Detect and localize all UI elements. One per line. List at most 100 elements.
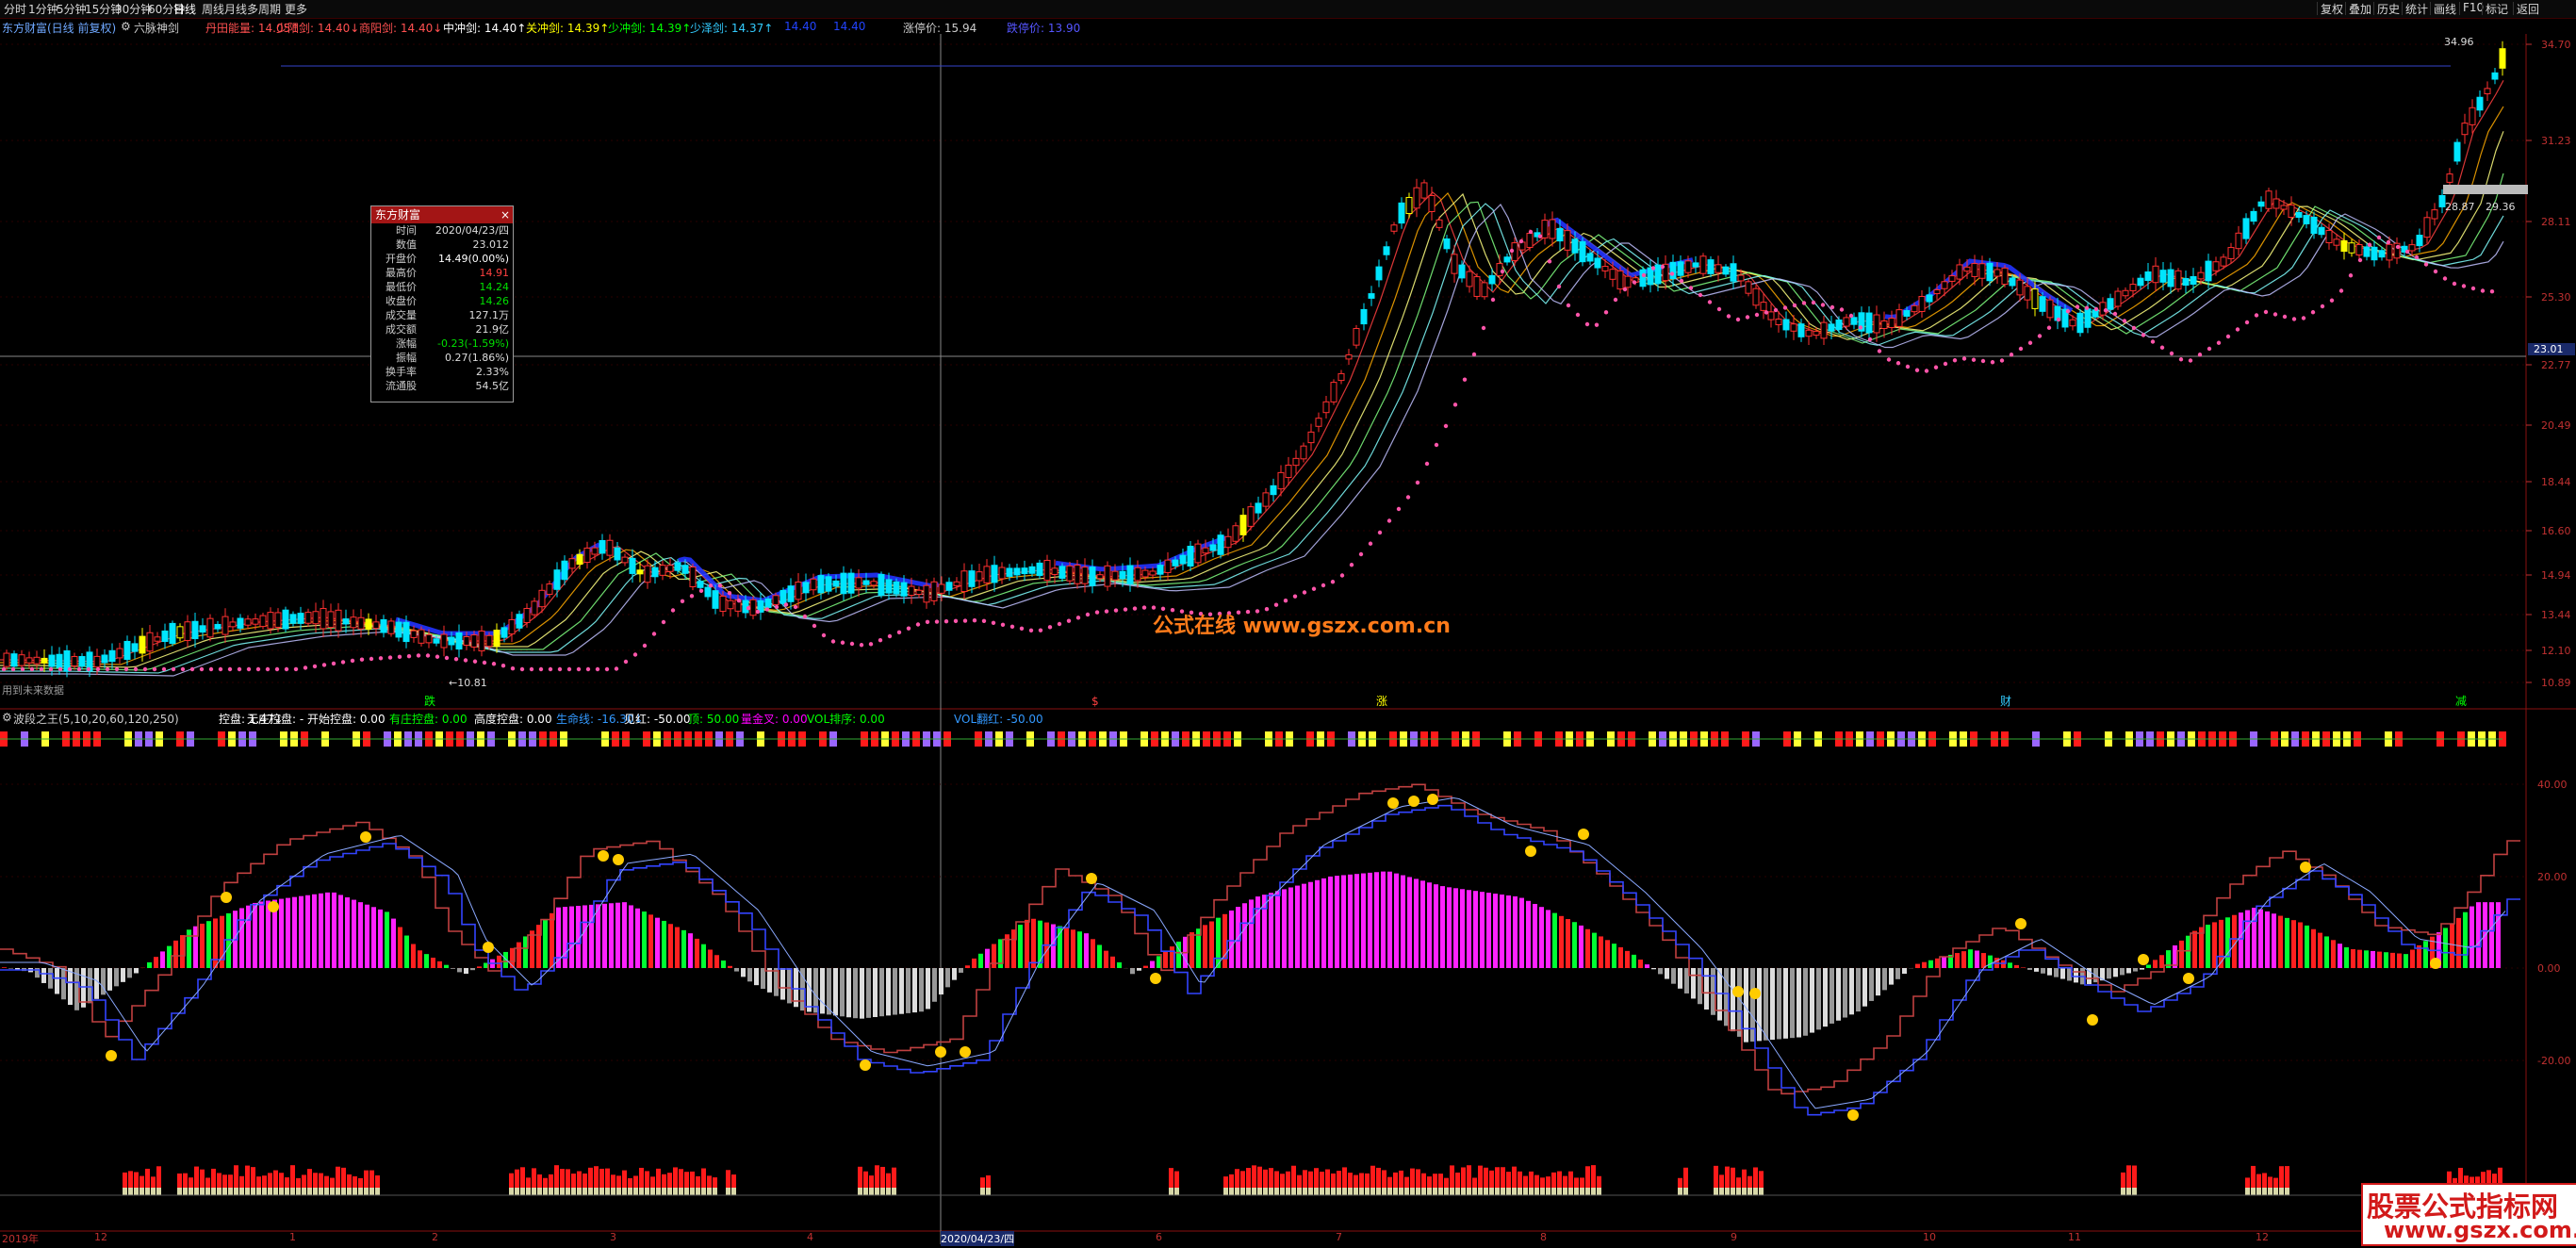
histogram-bar [642, 911, 647, 968]
toolbar-item-1[interactable]: 1分钟 [28, 1, 58, 17]
toolbar-right-6[interactable]: 标记 [2486, 1, 2508, 17]
candle-body [1723, 267, 1729, 274]
candle-body [841, 573, 846, 594]
quote-info-popup[interactable]: 东方财富 × 时间2020/04/23/四数值23.012开盘价14.49(0.… [370, 205, 514, 402]
histogram-bar [1539, 907, 1544, 968]
sar-dot [49, 667, 53, 671]
indicator-gear-icon[interactable]: ⚙ [121, 20, 131, 33]
histogram-bar [1546, 910, 1551, 968]
histogram-bar [338, 895, 343, 968]
histogram-bar [470, 968, 475, 970]
volume-base [628, 1188, 632, 1195]
histogram-bar [279, 899, 284, 968]
histogram-bar [1018, 925, 1023, 968]
toolbar-item-9[interactable]: 多周期 [247, 1, 281, 17]
histogram-bar [127, 968, 132, 977]
sar-dot [615, 666, 618, 670]
candle-body [230, 622, 236, 627]
candle-body [1029, 567, 1035, 573]
sub-indicator-name[interactable]: 波段之王(5,10,20,60,120,250) [13, 711, 179, 727]
volume-base [622, 1188, 627, 1195]
sar-dot [1284, 599, 1288, 602]
histogram-bar [2291, 920, 2296, 968]
close-icon[interactable]: × [500, 206, 510, 223]
volume-base [239, 1188, 244, 1195]
toolbar-right-4[interactable]: 画线 [2434, 1, 2456, 17]
toolbar-right-5[interactable]: F10 [2463, 1, 2484, 14]
date-tick: 7 [1336, 1231, 1342, 1243]
toolbar-item-4[interactable]: 30分钟 [115, 1, 152, 17]
volume-base [639, 1188, 644, 1195]
histogram-bar [1117, 962, 1122, 968]
candle-body [1994, 270, 2000, 276]
histogram-bar [1632, 955, 1636, 968]
histogram-bar [1269, 893, 1273, 968]
volume-base [1240, 1188, 1245, 1195]
toolbar-item-6[interactable]: 日线 [173, 1, 196, 17]
candle-body [1610, 270, 1616, 280]
volume-base [1370, 1188, 1375, 1195]
candle-body [1037, 563, 1042, 575]
candle-body [1942, 282, 1947, 288]
histogram-bar [1255, 896, 1260, 968]
toolbar-item-8[interactable]: 月线 [224, 1, 247, 17]
candle-body [2070, 320, 2076, 325]
volume-base [1501, 1188, 1505, 1195]
histogram-bar [1770, 968, 1775, 1040]
volume-base [1263, 1188, 1268, 1195]
sar-dot [2434, 270, 2437, 273]
volume-base [1534, 1188, 1539, 1195]
volume-base [1683, 1188, 1688, 1195]
volume-base [701, 1188, 706, 1195]
volume-base [1731, 1188, 1735, 1195]
sar-dot [1321, 583, 1325, 587]
sar-dot [106, 667, 109, 671]
toolbar-item-2[interactable]: 5分钟 [57, 1, 87, 17]
sub-indicator-gear-icon[interactable]: ⚙ [2, 711, 12, 724]
info-rows: 时间2020/04/23/四数值23.012开盘价14.49(0.00%)最高价… [371, 223, 513, 393]
candle-body [336, 610, 341, 631]
target-box [2443, 185, 2528, 194]
volume-base [1540, 1188, 1545, 1195]
sar-dot [2377, 236, 2381, 239]
volume-base [645, 1188, 649, 1195]
toolbar-item-10[interactable]: 更多 [285, 1, 307, 17]
future-data-label: 用到未来数据 [2, 683, 64, 697]
date-tick: 1 [289, 1231, 296, 1243]
volume-base [673, 1188, 678, 1195]
histogram-bar [1091, 939, 1095, 968]
sar-dot [530, 667, 533, 671]
toolbar-right-7[interactable]: 返回 [2517, 1, 2539, 17]
candle-body [2469, 107, 2475, 124]
candle-body [599, 541, 605, 553]
candle-body [984, 567, 990, 583]
volume-base [1257, 1188, 1262, 1195]
candle-body [878, 574, 884, 595]
info-key: 数值 [375, 238, 417, 252]
histogram-bar [886, 968, 891, 1015]
sar-dot [1029, 629, 1033, 632]
blue-ribbon-0 [396, 545, 599, 633]
sar-dot [1359, 552, 1363, 556]
volume-base [1235, 1188, 1239, 1195]
volume-base [532, 1188, 536, 1195]
histogram-bar [2021, 967, 2026, 968]
histogram-bar [1473, 891, 1478, 968]
toolbar-right-2[interactable]: 历史 [2377, 1, 2400, 17]
toolbar-item-0[interactable]: 分时 [4, 1, 26, 17]
toolbar-item-7[interactable]: 周线 [202, 1, 224, 17]
histogram-bar [2377, 952, 2382, 968]
candle-body [637, 570, 643, 574]
toolbar-right-3[interactable]: 统计 [2405, 1, 2428, 17]
candle-body [2485, 89, 2490, 94]
sar-dot [596, 667, 599, 671]
histogram-bar [2338, 944, 2342, 968]
volume-base [279, 1188, 284, 1195]
sar-dot [2151, 339, 2155, 343]
toolbar-right-1[interactable]: 叠加 [2349, 1, 2371, 17]
histogram-bar [239, 908, 244, 968]
sar-dot [567, 667, 571, 671]
sar-dot [332, 662, 336, 665]
volume-base [1342, 1188, 1347, 1195]
toolbar-right-0[interactable]: 复权 [2321, 1, 2343, 17]
